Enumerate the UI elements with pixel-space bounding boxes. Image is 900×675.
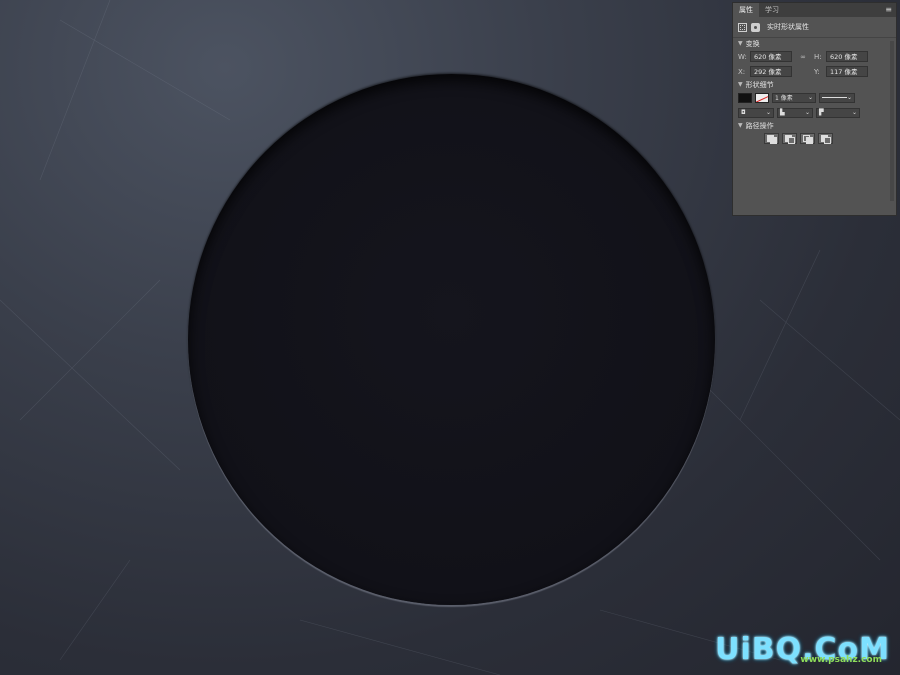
subtract-front-button[interactable] (782, 133, 797, 144)
stroke-align-dropdown[interactable]: ◘ ⌄ (738, 107, 774, 118)
x-label: X: (738, 67, 746, 76)
panel-tabbar: 属性 学习 ≡ (733, 3, 896, 17)
section-pathops-label: 路径操作 (745, 121, 774, 130)
stroke-corner-icon: ▛ (819, 109, 824, 116)
selection-icon (738, 22, 747, 32)
combine-shapes-button[interactable] (764, 133, 779, 144)
chevron-down-icon: ▼ (738, 40, 743, 47)
circle-shape[interactable] (188, 74, 715, 605)
chevron-down-icon: ⌄ (807, 94, 813, 101)
stroke-corner-dropdown[interactable]: ▛ ⌄ (816, 107, 860, 118)
width-field[interactable]: 620 像素 (750, 51, 792, 62)
shape-type-row: 实时形状属性 (733, 17, 896, 38)
path-operations-row (733, 131, 896, 146)
stroke-width-dropdown[interactable]: 1 像素 ⌄ (772, 92, 816, 103)
height-label: H: (814, 52, 822, 61)
section-transform-label: 变换 (745, 39, 760, 48)
watermark-logo: UiBQ.CoM www.psahz.com (715, 632, 890, 667)
chevron-down-icon: ▼ (738, 81, 743, 88)
x-field[interactable]: 292 像素 (750, 66, 792, 77)
stroke-width-value: 1 像素 (775, 95, 793, 102)
panel-menu-icon[interactable]: ≡ (885, 5, 892, 14)
properties-panel: 属性 学习 ≡ 实时形状属性 ▼ 变换 W: 620 像素 ∞ H: 620 像… (732, 2, 897, 216)
watermark-sub: www.psahz.com (800, 655, 882, 665)
link-icon[interactable]: ∞ (795, 53, 811, 61)
fill-swatch[interactable] (738, 92, 752, 103)
stroke-options-row: ◘ ⌄ ▙ ⌄ ▛ ⌄ (733, 105, 896, 120)
chevron-down-icon: ⌄ (846, 94, 852, 101)
y-field[interactable]: 117 像素 (826, 66, 868, 77)
position-row: X: 292 像素 Y: 117 像素 (733, 64, 896, 79)
section-appearance-label: 形状细节 (745, 80, 774, 89)
tab-learn[interactable]: 学习 (759, 3, 785, 17)
size-row: W: 620 像素 ∞ H: 620 像素 (733, 49, 896, 64)
chevron-down-icon: ▼ (738, 122, 743, 129)
shape-type-label: 实时形状属性 (767, 23, 809, 31)
stroke-cap-dropdown[interactable]: ▙ ⌄ (777, 107, 813, 118)
intersect-shapes-button[interactable] (800, 133, 815, 144)
exclude-overlap-button[interactable] (818, 133, 833, 144)
panel-scrollbar[interactable] (890, 41, 894, 201)
section-transform[interactable]: ▼ 变换 (733, 38, 896, 49)
stroke-align-icon: ◘ (741, 109, 746, 116)
stroke-type-dropdown[interactable]: ⌄ (819, 92, 855, 103)
chevron-down-icon: ⌄ (804, 109, 810, 116)
height-field[interactable]: 620 像素 (826, 51, 868, 62)
y-label: Y: (814, 67, 820, 76)
section-appearance[interactable]: ▼ 形状细节 (733, 79, 896, 90)
stroke-row: 1 像素 ⌄ ⌄ (733, 90, 896, 105)
chevron-down-icon: ⌄ (851, 109, 857, 116)
section-pathops[interactable]: ▼ 路径操作 (733, 120, 896, 131)
mask-icon[interactable] (751, 22, 760, 32)
tab-properties[interactable]: 属性 (733, 3, 759, 17)
stroke-swatch[interactable] (755, 92, 769, 103)
width-label: W: (738, 52, 747, 61)
chevron-down-icon: ⌄ (765, 109, 771, 116)
line-style-preview (822, 97, 847, 98)
stroke-cap-icon: ▙ (780, 109, 785, 116)
